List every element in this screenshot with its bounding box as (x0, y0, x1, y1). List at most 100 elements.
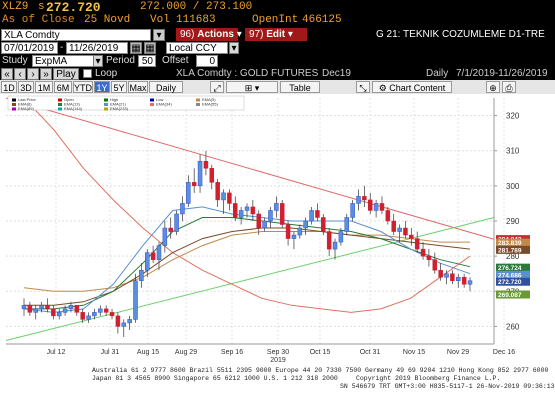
candles (21, 150, 473, 337)
candle-body (315, 210, 320, 218)
openint-value: 466125 (302, 14, 342, 26)
x-tick-label: Jul 12 (47, 349, 66, 356)
offset-field[interactable]: 0 (196, 55, 218, 67)
security-field[interactable]: XLA Comdty (1, 29, 151, 41)
candle-body (127, 319, 132, 324)
candle-body (262, 220, 267, 229)
candle-body (98, 308, 103, 313)
candle-body (338, 231, 344, 243)
candle-body (309, 210, 314, 222)
legend-label: EMA(55) (202, 102, 218, 107)
indicator-line (24, 217, 471, 310)
period-tabstrip: ⤢ ⊞ ▾ Table ⤡ ⚙ Chart Content ⊕ ⎙ 1D 3D 1M… (0, 80, 555, 95)
study-select[interactable]: ExpMA (32, 55, 94, 67)
candle-body (186, 182, 191, 204)
table-button[interactable]: Table (280, 81, 320, 93)
candle-body (438, 269, 443, 278)
tab-6m[interactable]: 6M (54, 81, 72, 93)
candle-body (233, 203, 238, 218)
candle-body (68, 305, 74, 310)
zoom-icon[interactable]: ⊕ (486, 81, 500, 93)
chevron-down-icon[interactable]: ▾ (229, 42, 239, 54)
candle-body (397, 227, 402, 232)
candle-body (121, 322, 127, 327)
legend-label: EMA(89) (18, 106, 34, 111)
candle-body (227, 192, 232, 204)
chart-area[interactable]: 260270280290300310320 Jul 12Jul 31Aug 15… (0, 94, 555, 400)
candle-body (450, 273, 455, 281)
legend-swatch (58, 98, 62, 102)
candle-body (256, 213, 261, 229)
legend-swatch (150, 103, 154, 106)
candle-body (268, 210, 273, 222)
y-axis: 260270280290300310320 (493, 98, 520, 344)
tab-max[interactable]: Max (128, 81, 148, 93)
legend-swatch (58, 107, 62, 111)
candle-body (133, 280, 138, 320)
x-tick-label: Sep 16 (221, 349, 243, 356)
step-back-icon[interactable]: ‹ (14, 68, 26, 80)
price-tag-label: 269.087 (498, 292, 522, 299)
bid-ask: 272.000 / 273.100 (140, 1, 253, 13)
price-chart[interactable]: 260270280290300310320 Jul 12Jul 31Aug 15… (0, 94, 555, 366)
candle-body (426, 255, 432, 260)
expand-icon[interactable]: ⤢ (210, 81, 224, 93)
edit-menu[interactable]: 97) Edit ▾ (245, 28, 307, 41)
tab-1m[interactable]: 1M (35, 81, 53, 93)
dropdown-icon[interactable]: ▾ (153, 29, 165, 41)
indicator-line (24, 227, 471, 306)
tab-ytd[interactable]: YTD (73, 81, 93, 93)
tab-3d[interactable]: 3D (18, 81, 34, 93)
loop-checkbox[interactable] (83, 69, 92, 78)
x-tick-label: Nov 29 (447, 349, 469, 356)
toolbar-row-2: 07/01/2019 - 11/26/2019 ▦ ▦ Local CCY ▾ (0, 42, 555, 55)
period-field[interactable]: 50 (138, 55, 156, 67)
fast-forward-icon[interactable]: » (40, 68, 52, 80)
chart-content-button[interactable]: ⚙ Chart Content (372, 81, 452, 93)
rewind-icon[interactable]: « (1, 68, 13, 80)
calendar-icon[interactable]: ▦ (144, 42, 156, 54)
asof-value: 25 Novd (84, 14, 131, 26)
period-label: Period (106, 55, 135, 66)
y-tick-label: 260 (506, 322, 520, 331)
x-tick-label: Oct 31 (360, 349, 381, 356)
tab-1y[interactable]: 1Y (94, 81, 110, 93)
x-axis: Jul 12 Jul 31 Aug 15 Aug 29 Sep 16 Sep 30 Oct … (6, 343, 515, 364)
chart-type-menu[interactable]: ⊞ ▾ (226, 81, 278, 93)
step-forward-icon[interactable]: › (27, 68, 39, 80)
candle-body (373, 203, 379, 211)
indicator-lines (5, 97, 495, 341)
expand-icon[interactable]: ⤡ (356, 81, 370, 93)
candle-body (274, 203, 279, 211)
vol-value: 111683 (176, 14, 216, 26)
x-tick-label: Nov 15 (403, 349, 425, 356)
candle-body (162, 227, 168, 246)
trendline (5, 217, 495, 341)
tab-5y[interactable]: 5Y (111, 81, 127, 93)
candle-body (238, 210, 244, 218)
candle-body (279, 203, 285, 225)
play-button[interactable]: Play (53, 68, 79, 80)
y-tick-label: 290 (506, 217, 520, 226)
tab-1d[interactable]: 1D (1, 81, 17, 93)
candle-body (39, 305, 44, 310)
chart-content-label: Chart Content (389, 83, 446, 93)
actions-num: 96) (180, 29, 195, 40)
actions-menu[interactable]: 96) Actions ▾ (176, 28, 242, 41)
calendar-icon[interactable]: ▦ (130, 42, 142, 54)
chevron-down-icon[interactable]: ▾ (93, 55, 103, 67)
price-tag-label: 281.789 (498, 247, 522, 254)
currency-select[interactable]: Local CCY (166, 42, 228, 54)
tab-daily[interactable]: Daily (149, 81, 183, 93)
end-date-field[interactable]: 11/26/2019 (66, 42, 128, 54)
candle-body (203, 161, 209, 169)
candle-body (444, 273, 449, 278)
y-tick-label: 310 (506, 147, 520, 156)
frequency-label: Daily (426, 68, 449, 79)
toolbar-row-3: Study ExpMA ▾ Period 50 Offset 0 (0, 55, 555, 68)
legend-swatch (104, 103, 108, 106)
start-date-field[interactable]: 07/01/2019 (1, 42, 58, 54)
candle-body (250, 206, 256, 215)
print-icon[interactable]: ⎙ (502, 81, 516, 93)
legend-label: EMA(34) (156, 102, 172, 107)
